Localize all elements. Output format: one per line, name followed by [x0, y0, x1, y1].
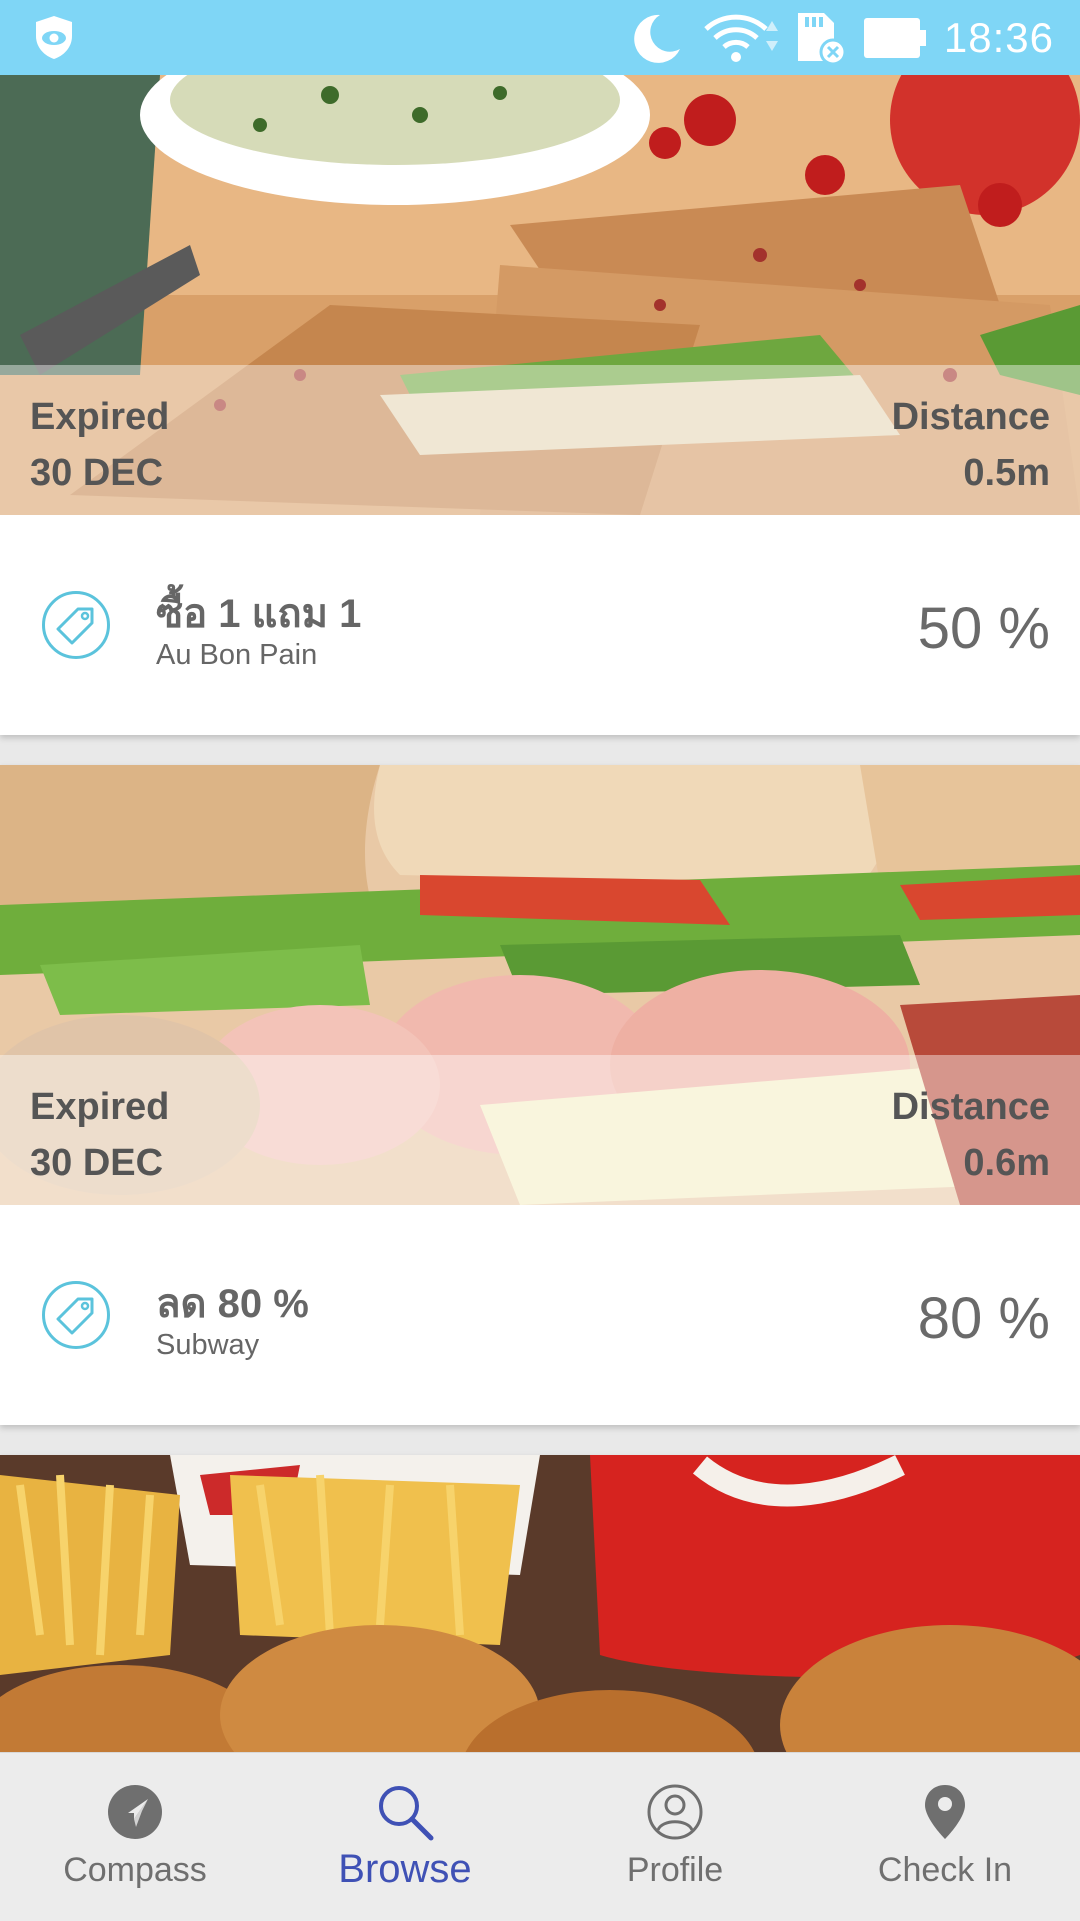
deal-feed[interactable]: Expired 30 DEC Distance 0.5m ซื้อ 1 แถม …: [0, 75, 1080, 1752]
deal-overlay: Expired 30 DEC Distance 0.6m: [0, 1055, 1080, 1205]
wifi-icon: [702, 11, 778, 65]
deal-title: ซื้อ 1 แถม 1: [156, 592, 362, 636]
deal-overlay: Expired 30 DEC Distance 0.5m: [0, 365, 1080, 515]
nav-compass[interactable]: Compass: [0, 1753, 270, 1921]
tag-icon: [42, 1281, 110, 1349]
distance-value: 0.5m: [963, 452, 1050, 494]
nav-label: Browse: [338, 1847, 472, 1891]
nav-label: Profile: [626, 1851, 724, 1889]
deal-store: Au Bon Pain: [156, 639, 318, 671]
bottom-navigation: Compass Browse Profile Check In: [0, 1752, 1080, 1921]
sd-card-icon: [796, 11, 846, 65]
expired-date: 30 DEC: [30, 452, 164, 494]
deal-info: ซื้อ 1 แถม 1 Au Bon Pain 50 %: [0, 515, 1080, 735]
profile-icon: [646, 1781, 704, 1843]
distance-label: Distance: [891, 396, 1050, 438]
location-pin-icon: [923, 1781, 967, 1843]
battery-icon: [863, 17, 926, 58]
moon-icon: [630, 11, 684, 65]
shield-eye-icon: [32, 14, 76, 60]
nav-check-in[interactable]: Check In: [810, 1753, 1080, 1921]
expired-label: Expired: [30, 396, 170, 438]
compass-icon: [106, 1781, 164, 1843]
nav-profile[interactable]: Profile: [540, 1753, 810, 1921]
distance-label: Distance: [891, 1086, 1050, 1128]
expired-date: 30 DEC: [30, 1142, 164, 1184]
distance-value: 0.6m: [963, 1142, 1050, 1184]
deal-card[interactable]: Expired 30 DEC Distance 0.5m ซื้อ 1 แถม …: [0, 75, 1080, 735]
deal-card[interactable]: [0, 1455, 1080, 1752]
nav-label: Check In: [877, 1851, 1013, 1889]
deal-title: ลด 80 %: [156, 1282, 309, 1326]
nav-label: Compass: [63, 1851, 207, 1889]
search-icon: [375, 1781, 435, 1843]
deal-info: ลด 80 % Subway 80 %: [0, 1205, 1080, 1425]
deal-percent: 50 %: [917, 596, 1050, 661]
deal-image: Expired 30 DEC Distance 0.6m: [0, 765, 1080, 1205]
status-time: 18:36: [943, 13, 1054, 61]
deal-percent: 80 %: [917, 1286, 1050, 1351]
deal-card[interactable]: Expired 30 DEC Distance 0.6m ลด 80 % Sub…: [0, 765, 1080, 1425]
expired-label: Expired: [30, 1086, 170, 1128]
nav-browse[interactable]: Browse: [270, 1753, 540, 1921]
status-bar: 18:36: [0, 0, 1080, 75]
deal-store: Subway: [156, 1329, 260, 1361]
deal-image: Expired 30 DEC Distance 0.5m: [0, 75, 1080, 515]
deal-image: [0, 1455, 1080, 1752]
tag-icon: [42, 591, 110, 659]
